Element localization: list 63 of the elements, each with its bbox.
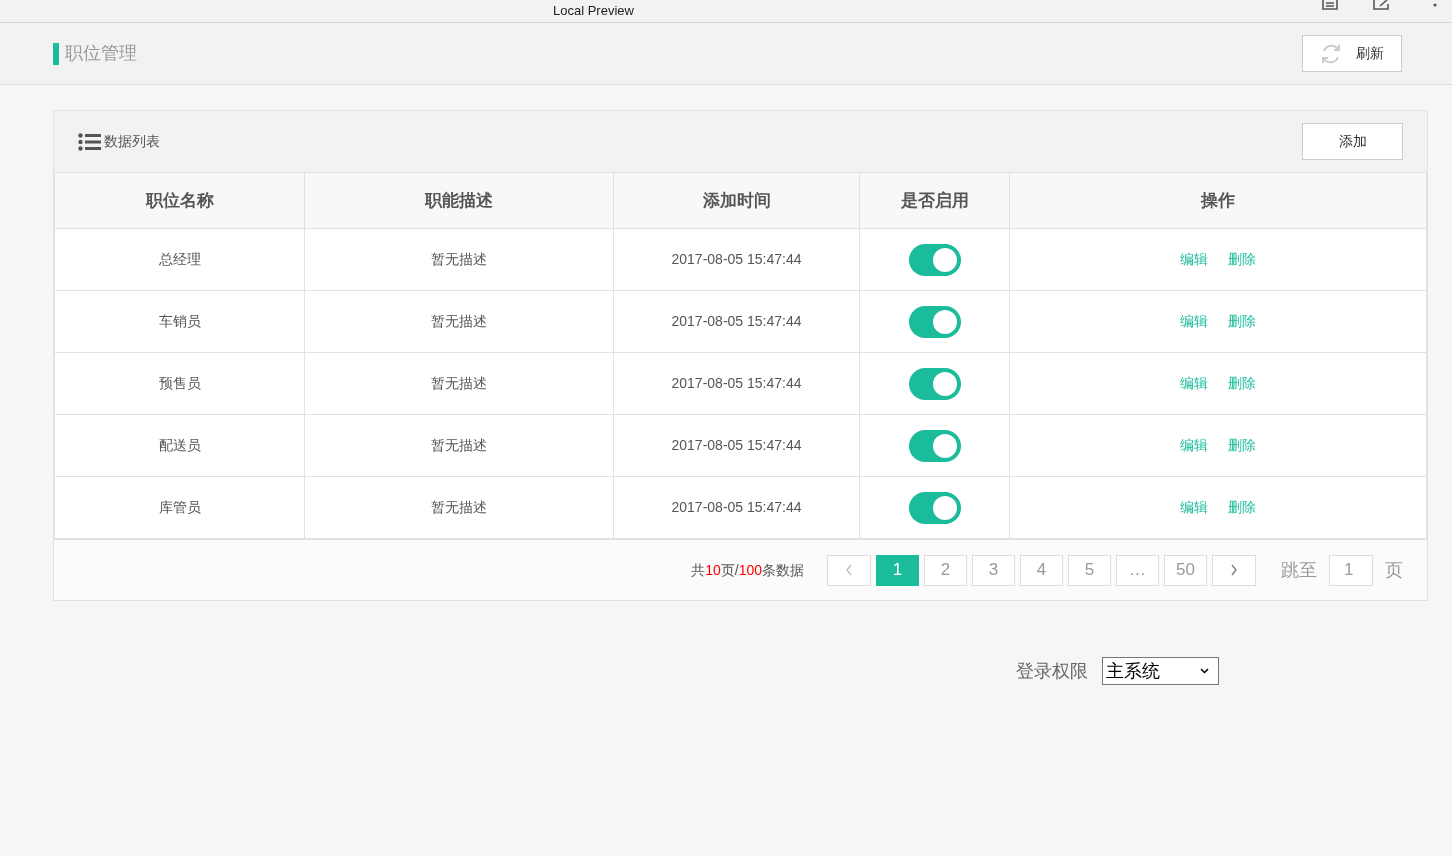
previous-page-button[interactable] [827, 554, 871, 586]
delete-link[interactable]: 删除 [1228, 497, 1256, 518]
table-cell: 暂无描述 [304, 290, 614, 353]
table-cell: 2017-08-05 15:47:44 [613, 352, 860, 415]
document-icon[interactable] [1321, 0, 1339, 10]
table-cell: 2017-08-05 15:47:44 [613, 228, 860, 291]
list-icon [78, 132, 102, 151]
page-button[interactable]: 3 [972, 554, 1015, 586]
table-cell: 暂无描述 [304, 228, 614, 291]
table-cell: 车销员 [54, 290, 305, 353]
jump-label: 跳至 [1281, 558, 1317, 582]
edit-link[interactable]: 编辑 [1180, 497, 1208, 518]
toggle-switch[interactable] [908, 367, 961, 400]
edit-link[interactable]: 编辑 [1180, 311, 1208, 332]
page-button[interactable]: 2 [924, 554, 967, 586]
delete-link[interactable]: 删除 [1228, 435, 1256, 456]
page-button[interactable]: 4 [1020, 554, 1063, 586]
page-summary: 共10页/100条数据 [691, 560, 804, 580]
page-button[interactable]: 5 [1068, 554, 1111, 586]
column-header: 操作 [1009, 172, 1427, 229]
permission-select[interactable]: 主系统 [1102, 657, 1219, 685]
chevron-right-icon [1230, 564, 1238, 576]
toggle-switch[interactable] [908, 243, 961, 276]
table-cell: 配送员 [54, 414, 305, 477]
toggle-switch[interactable] [908, 429, 961, 462]
table-cell: 2017-08-05 15:47:44 [613, 290, 860, 353]
page-unit: 页 [1385, 558, 1403, 582]
table-cell: 暂无描述 [304, 414, 614, 477]
panel-title: 数据列表 [104, 132, 160, 151]
page-button[interactable]: 1 [876, 554, 919, 586]
page-jump-field[interactable]: 1 [1329, 554, 1373, 586]
edit-link[interactable]: 编辑 [1180, 373, 1208, 394]
login-permission-label: 登录权限 [1016, 659, 1088, 683]
table-cell: 2017-08-05 15:47:44 [613, 476, 860, 539]
toggle-switch[interactable] [908, 305, 961, 338]
column-header: 职位名称 [54, 172, 305, 229]
accent-bar [53, 42, 59, 65]
caret-icon [1200, 668, 1209, 674]
delete-link[interactable]: 删除 [1228, 311, 1256, 332]
page-button[interactable]: … [1116, 554, 1159, 586]
column-header: 职能描述 [304, 172, 614, 229]
page-button[interactable]: 50 [1164, 554, 1207, 586]
next-page-button[interactable] [1212, 554, 1256, 586]
add-button[interactable]: 添加 [1302, 123, 1403, 160]
toggle-switch[interactable] [908, 491, 961, 524]
column-header: 添加时间 [613, 172, 860, 229]
table-cell: 库管员 [54, 476, 305, 539]
table-cell: 暂无描述 [304, 352, 614, 415]
window-title: Local Preview [553, 3, 634, 19]
page-title: 职位管理 [65, 42, 137, 65]
edit-link[interactable]: 编辑 [1180, 435, 1208, 456]
refresh-icon [1320, 42, 1342, 65]
delete-link[interactable]: 删除 [1228, 249, 1256, 270]
delete-link[interactable]: 删除 [1228, 373, 1256, 394]
table-cell: 2017-08-05 15:47:44 [613, 414, 860, 477]
export-icon[interactable] [1372, 0, 1390, 10]
edit-link[interactable]: 编辑 [1180, 249, 1208, 270]
table-cell: 总经理 [54, 228, 305, 291]
column-header: 是否启用 [859, 172, 1010, 229]
table-cell: 暂无描述 [304, 476, 614, 539]
chevron-left-icon [845, 564, 853, 576]
refresh-button[interactable]: 刷新 [1302, 35, 1402, 72]
table-cell: 预售员 [54, 352, 305, 415]
